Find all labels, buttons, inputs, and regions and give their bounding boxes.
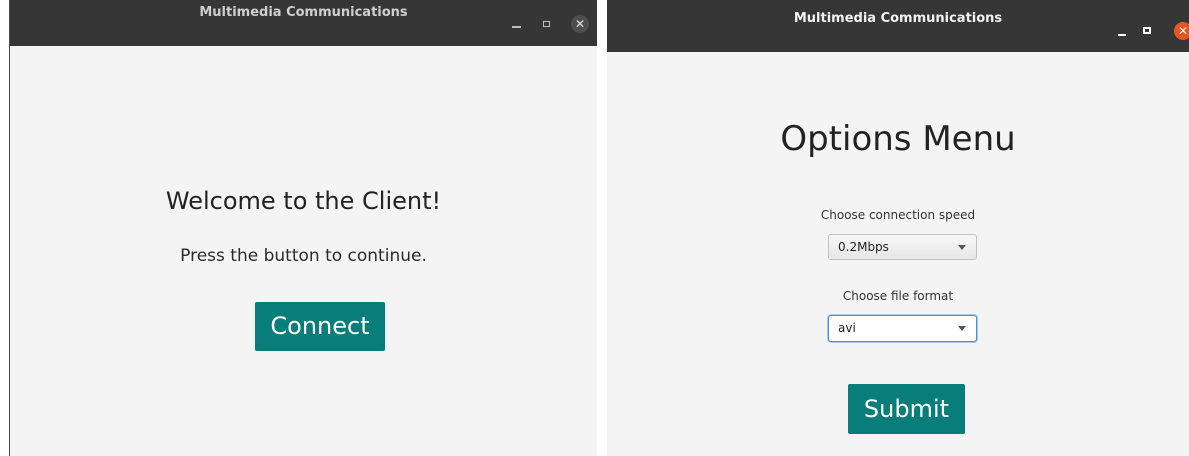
instruction-text: Press the button to continue. [180, 246, 427, 266]
speed-label: Choose connection speed [820, 208, 976, 222]
format-select[interactable]: avi [828, 315, 977, 342]
welcome-content: Welcome to the Client! Press the button … [10, 0, 597, 456]
options-window: Multimedia Communications ✕ Options Menu… [607, 0, 1189, 456]
welcome-window: Multimedia Communications ✕ Welcome to t… [9, 0, 597, 456]
options-content: Options Menu Choose connection speed 0.2… [607, 0, 1189, 456]
chevron-down-icon [958, 326, 966, 331]
connect-button[interactable]: Connect [255, 302, 385, 351]
speed-select[interactable]: 0.2Mbps [828, 234, 977, 260]
welcome-heading: Welcome to the Client! [165, 187, 442, 215]
chevron-down-icon [958, 245, 966, 250]
page-title: Options Menu [780, 119, 1016, 159]
format-select-value: avi [838, 321, 856, 335]
speed-select-value: 0.2Mbps [838, 240, 889, 254]
format-label: Choose file format [842, 289, 954, 303]
submit-button[interactable]: Submit [848, 384, 965, 434]
